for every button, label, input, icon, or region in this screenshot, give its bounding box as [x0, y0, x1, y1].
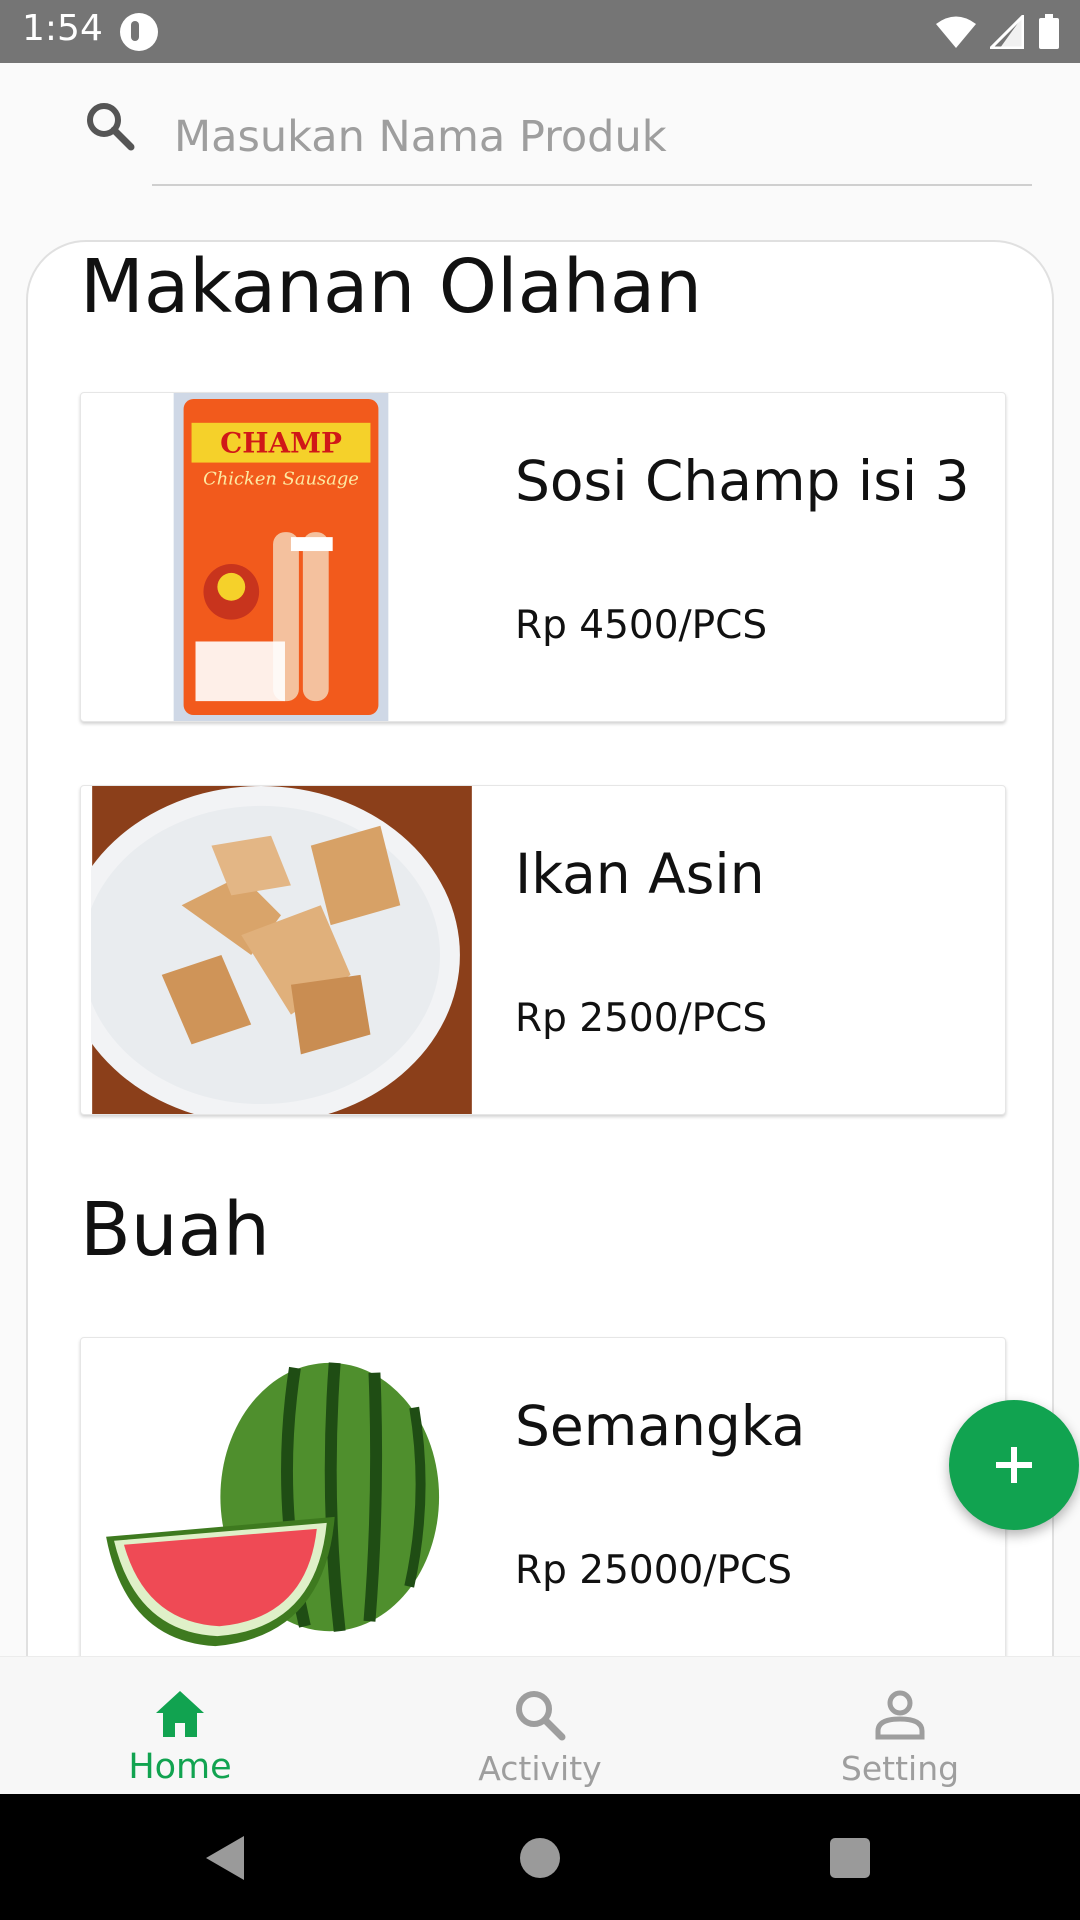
search-icon[interactable]: [84, 100, 136, 152]
cellular-signal-icon: [990, 15, 1024, 49]
person-icon: [875, 1690, 925, 1740]
product-name: Sosi Champ isi 3: [515, 449, 970, 513]
status-bar: 1:54: [0, 0, 1080, 63]
product-card-sosi-champ[interactable]: CHAMP Chicken Sausage Sosi Champ isi 3 R…: [80, 392, 1006, 722]
back-icon[interactable]: [198, 1830, 254, 1886]
search-bar: [0, 63, 1080, 223]
product-card-semangka[interactable]: Semangka Rp 25000/PCS: [80, 1337, 1006, 1667]
product-name: Semangka: [515, 1394, 806, 1458]
wifi-icon: [936, 16, 976, 48]
bottom-navigation: Home Activity Setting: [0, 1656, 1080, 1794]
product-price: Rp 4500/PCS: [515, 603, 768, 648]
status-icons: [936, 14, 1060, 50]
product-card-ikan-asin[interactable]: Ikan Asin Rp 2500/PCS: [80, 785, 1006, 1115]
nav-label-activity: Activity: [478, 1749, 602, 1788]
nav-item-setting[interactable]: Setting: [720, 1657, 1080, 1794]
home-icon: [156, 1691, 204, 1737]
nav-label-setting: Setting: [840, 1749, 960, 1788]
battery-icon: [1039, 14, 1059, 49]
status-time: 1:54: [22, 8, 103, 49]
app-screen: 1:54 Makanan Olahan: [0, 0, 1080, 1920]
category-title: Makanan Olahan: [80, 244, 703, 330]
recents-icon[interactable]: [822, 1830, 878, 1886]
svg-text:Chicken Sausage: Chicken Sausage: [203, 468, 359, 489]
search-input[interactable]: [152, 90, 1032, 186]
plus-icon: [996, 1447, 1032, 1483]
app-notification-icon: [120, 13, 158, 51]
product-price: Rp 2500/PCS: [515, 996, 768, 1041]
add-product-button[interactable]: [949, 1400, 1079, 1530]
search-icon: [516, 1691, 566, 1741]
svg-text:CHAMP: CHAMP: [220, 427, 342, 460]
nav-label-home: Home: [128, 1747, 232, 1787]
sausage-pack-image: CHAMP Chicken Sausage: [173, 393, 389, 721]
nav-item-activity[interactable]: Activity: [360, 1657, 720, 1794]
watermelon-image: [96, 1338, 474, 1666]
system-navigation-bar: [0, 1794, 1080, 1920]
dried-fish-image: [91, 786, 472, 1114]
nav-item-home[interactable]: Home: [0, 1657, 360, 1794]
category-title: Buah: [80, 1187, 270, 1273]
product-name: Ikan Asin: [515, 842, 765, 906]
home-circle-icon[interactable]: [512, 1830, 568, 1886]
product-price: Rp 25000/PCS: [515, 1548, 792, 1593]
